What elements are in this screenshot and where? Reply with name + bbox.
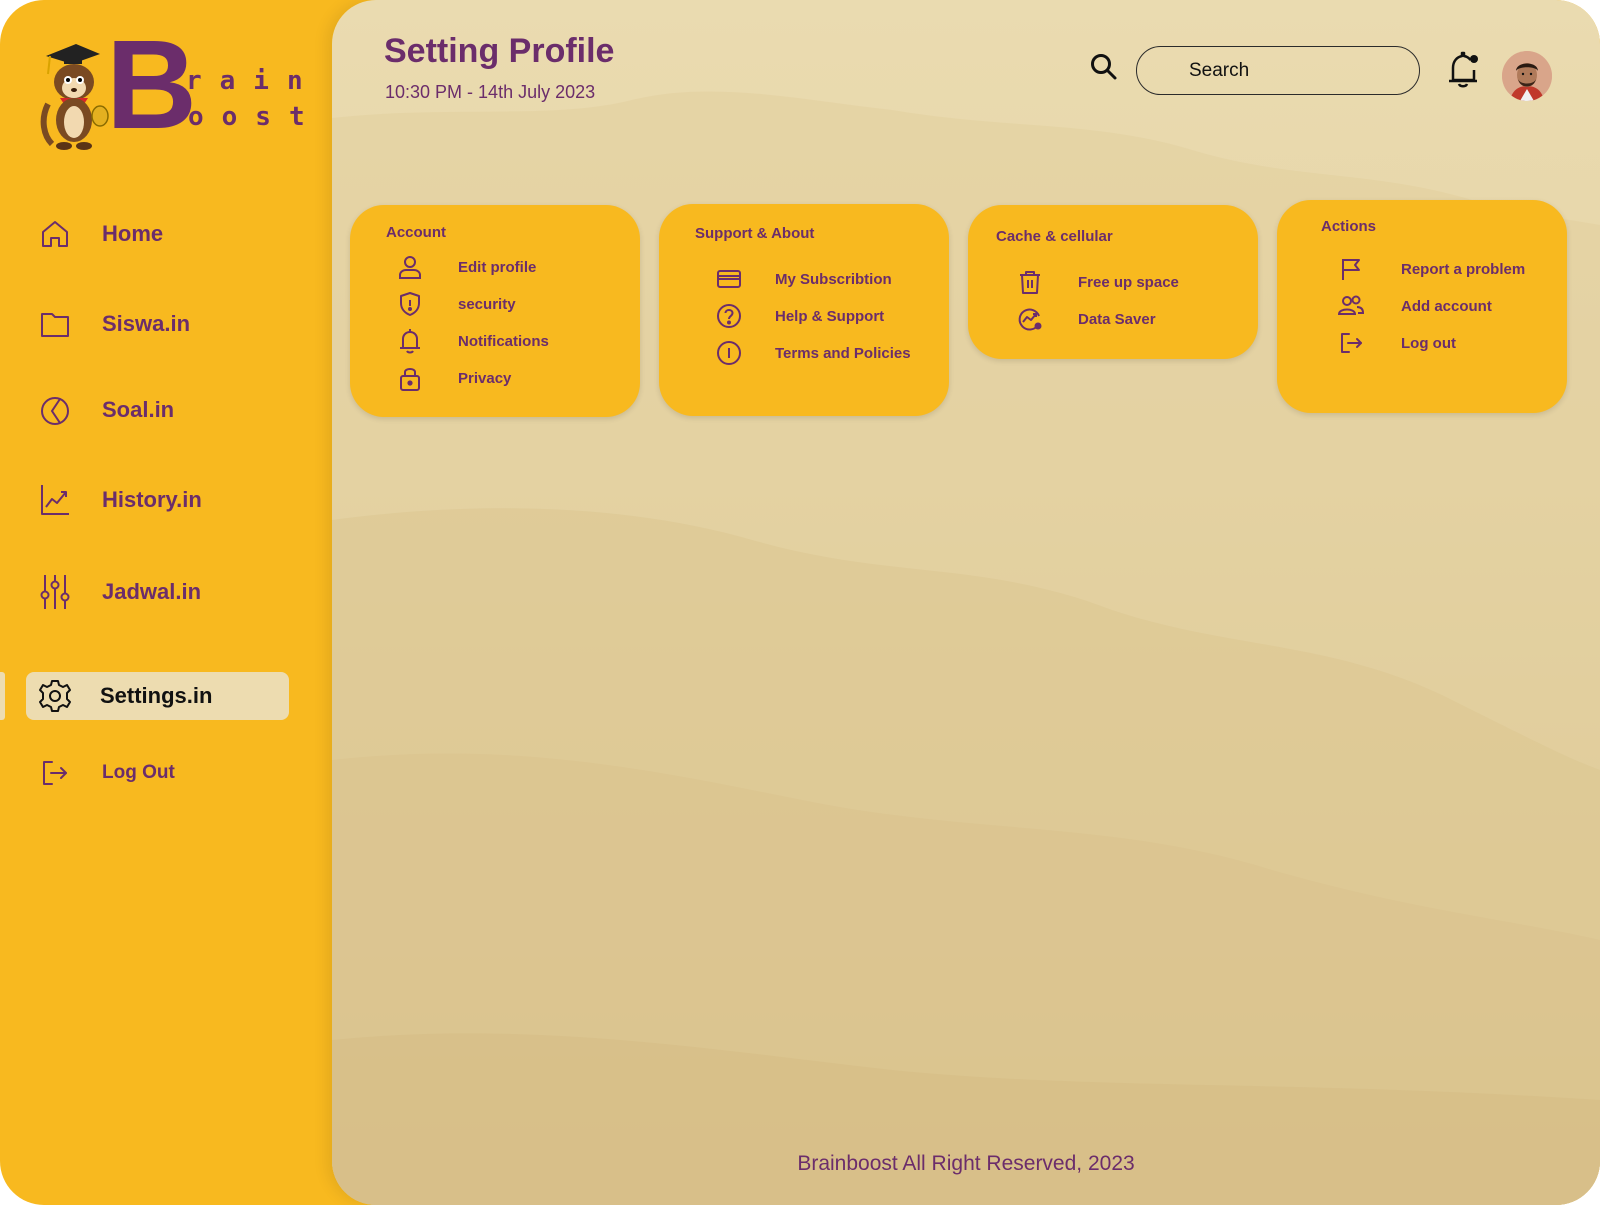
chart-line-icon: [38, 483, 72, 517]
add-account-item[interactable]: Add account: [1337, 291, 1492, 321]
add-account-label: Add account: [1401, 297, 1492, 315]
search-input[interactable]: [1136, 46, 1420, 95]
terms-policies-label: Terms and Policies: [775, 344, 911, 362]
logout-icon: [38, 756, 72, 790]
actions-card: Actions Report a problem Add account Log…: [1277, 200, 1567, 413]
home-icon: [38, 217, 72, 251]
sidebar-item-label: Jadwal.in: [102, 579, 202, 604]
mountain-background: [332, 91, 1600, 1205]
free-up-space-label: Free up space: [1078, 273, 1179, 291]
page-datetime: 10:30 PM - 14th July 2023: [385, 82, 596, 102]
security-item[interactable]: security: [396, 289, 516, 319]
subscription-label: My Subscribtion: [775, 270, 892, 288]
mascot-icon: [40, 44, 109, 150]
folder-icon: [38, 307, 72, 341]
notification-bell-icon[interactable]: [1445, 50, 1481, 90]
logout-icon: [1337, 329, 1365, 357]
brand-letter: B: [106, 14, 197, 155]
app-window: B rain oost Home Siswa.in Soal.in Histor…: [0, 0, 1600, 1205]
bell-icon: [396, 327, 424, 355]
data-saver-icon: [1016, 305, 1044, 333]
cache-cellular-card: Cache & cellular Free up space Data Save…: [968, 205, 1258, 359]
notifications-label: Notifications: [458, 332, 549, 350]
sidebar-item-settings[interactable]: Settings.in: [26, 672, 289, 720]
sidebar: B rain oost Home Siswa.in Soal.in Histor…: [0, 0, 332, 1205]
edit-profile-item[interactable]: Edit profile: [396, 252, 536, 282]
sliders-icon: [38, 575, 72, 609]
data-saver-item[interactable]: Data Saver: [1016, 304, 1156, 334]
main-panel: Setting Profile 10:30 PM - 14th July 202…: [332, 0, 1600, 1205]
sidebar-item-label: Home: [102, 221, 164, 246]
sidebar-item-soal[interactable]: Soal.in: [26, 386, 289, 434]
sidebar-item-history[interactable]: History.in: [26, 476, 289, 524]
privacy-label: Privacy: [458, 369, 512, 387]
sidebar-item-label: Log Out: [102, 762, 175, 783]
brand-row-2: oost: [188, 102, 323, 132]
sidebar-item-label: Settings.in: [100, 683, 213, 708]
sidebar-item-label: Soal.in: [102, 397, 175, 422]
users-icon: [1337, 292, 1365, 320]
lock-icon: [396, 364, 424, 392]
credit-card-icon: [715, 265, 743, 293]
help-support-label: Help & Support: [775, 307, 885, 325]
shield-icon: [396, 290, 424, 318]
avatar-image: [1502, 51, 1552, 101]
logout-item[interactable]: Log out: [1337, 328, 1456, 358]
sidebar-item-label: Siswa.in: [102, 311, 191, 336]
report-problem-item[interactable]: Report a problem: [1337, 254, 1525, 284]
card-title: Support & About: [695, 225, 815, 242]
flag-icon: [1337, 255, 1365, 283]
data-saver-label: Data Saver: [1078, 310, 1156, 328]
terms-policies-item[interactable]: Terms and Policies: [715, 338, 911, 368]
subscription-item[interactable]: My Subscribtion: [715, 264, 892, 294]
avatar[interactable]: [1502, 51, 1552, 101]
report-problem-label: Report a problem: [1401, 260, 1526, 278]
notifications-item[interactable]: Notifications: [396, 326, 549, 356]
security-label: security: [458, 295, 516, 313]
search-icon[interactable]: [1089, 52, 1119, 82]
edit-profile-label: Edit profile: [458, 258, 537, 276]
sidebar-item-jadwal[interactable]: Jadwal.in: [26, 568, 289, 616]
sidebar-item-siswa[interactable]: Siswa.in: [26, 300, 289, 348]
brand-logo[interactable]: B rain oost: [38, 22, 305, 155]
sidebar-item-logout[interactable]: Log Out: [26, 749, 289, 797]
info-icon: [715, 339, 743, 367]
brand-row-1: rain: [186, 66, 321, 96]
card-title: Actions: [1321, 218, 1377, 235]
card-title: Account: [386, 224, 446, 241]
gear-icon: [38, 679, 72, 713]
account-card: Account Edit profile security Notificati…: [350, 205, 640, 417]
active-indicator: [0, 672, 5, 720]
logout-label: Log out: [1401, 334, 1456, 352]
pie-chart-icon: [38, 393, 72, 427]
help-circle-icon: [715, 302, 743, 330]
page-title: Setting Profile: [384, 32, 615, 70]
card-title: Cache & cellular: [996, 228, 1113, 245]
sidebar-item-label: History.in: [102, 487, 202, 512]
privacy-item[interactable]: Privacy: [396, 363, 511, 393]
free-up-space-item[interactable]: Free up space: [1016, 267, 1179, 297]
user-icon: [396, 253, 424, 281]
support-about-card: Support & About My Subscribtion Help & S…: [659, 204, 949, 416]
sidebar-item-home[interactable]: Home: [26, 210, 289, 258]
footer-copyright: Brainboost All Right Reserved, 2023: [797, 1152, 1135, 1175]
trash-icon: [1016, 268, 1044, 296]
help-support-item[interactable]: Help & Support: [715, 301, 884, 331]
